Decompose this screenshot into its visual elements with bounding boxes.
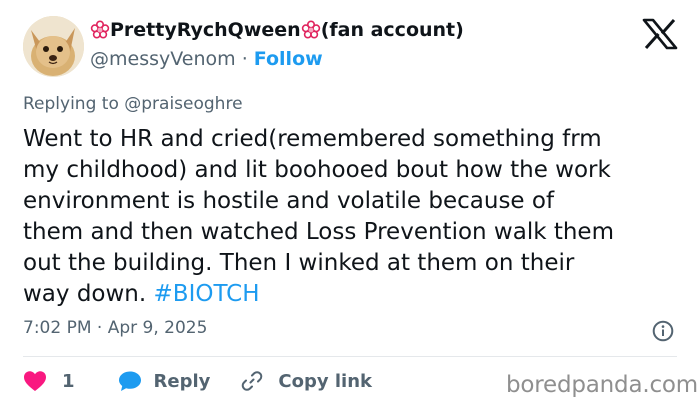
pink-flower-emoji-icon xyxy=(301,20,320,39)
heart-icon xyxy=(24,371,46,391)
like-button[interactable]: 1 xyxy=(23,370,75,392)
reply-to-handle[interactable]: @praiseoghre xyxy=(124,94,242,114)
author-name-row[interactable]: PrettyRychQween (fan account) xyxy=(90,19,464,41)
tweet-line: Went to HR and cried(remembered somethin… xyxy=(23,126,602,152)
tweet-date: Apr 9, 2025 xyxy=(107,318,208,338)
timestamp-separator: · xyxy=(96,318,103,338)
author-display-name: PrettyRychQween xyxy=(110,19,301,41)
divider xyxy=(23,356,677,357)
tweet-line: environment is hostile and volatile beca… xyxy=(23,188,555,214)
avatar[interactable] xyxy=(23,16,84,77)
author-handle[interactable]: @messyVenom xyxy=(90,48,236,70)
reply-button[interactable]: Reply xyxy=(118,370,211,392)
copy-link-label: Copy link xyxy=(278,370,372,392)
reply-label: Reply xyxy=(153,370,211,392)
tweet-line: out the building. Then I winked at them … xyxy=(23,250,575,276)
tweet-line: way down. xyxy=(23,281,154,307)
hashtag-link[interactable]: #BIOTCH xyxy=(154,281,260,307)
copy-link-button[interactable]: Copy link xyxy=(241,370,372,392)
tweet-line: my childhood) and lit boohooed bout how … xyxy=(23,157,611,183)
author-name-suffix: (fan account) xyxy=(320,19,464,41)
like-count: 1 xyxy=(62,370,75,392)
handle-separator: · xyxy=(241,48,248,70)
tweet-last-line: way down. #BIOTCH xyxy=(23,279,688,310)
x-logo-icon[interactable] xyxy=(642,18,678,50)
speech-bubble-icon xyxy=(118,371,141,391)
dog-avatar-image xyxy=(23,16,84,77)
author-handle-row: @messyVenom · Follow xyxy=(90,48,323,70)
tweet-timestamp[interactable]: 7:02 PM · Apr 9, 2025 xyxy=(23,318,207,338)
tweet-line: them and then watched Loss Prevention wa… xyxy=(23,219,614,245)
pink-flower-emoji-icon xyxy=(90,20,110,39)
reply-context: Replying to @praiseoghre xyxy=(23,94,243,114)
reply-context-prefix: Replying to xyxy=(23,94,125,114)
tweet-text: Went to HR and cried(remembered somethin… xyxy=(23,124,688,310)
link-icon xyxy=(242,371,263,391)
info-icon[interactable] xyxy=(652,320,674,342)
follow-button[interactable]: Follow xyxy=(254,48,323,70)
action-bar: 1 Reply Copy link xyxy=(23,370,372,392)
watermark: boredpanda.com xyxy=(506,372,698,398)
tweet-time: 7:02 PM xyxy=(23,318,92,338)
